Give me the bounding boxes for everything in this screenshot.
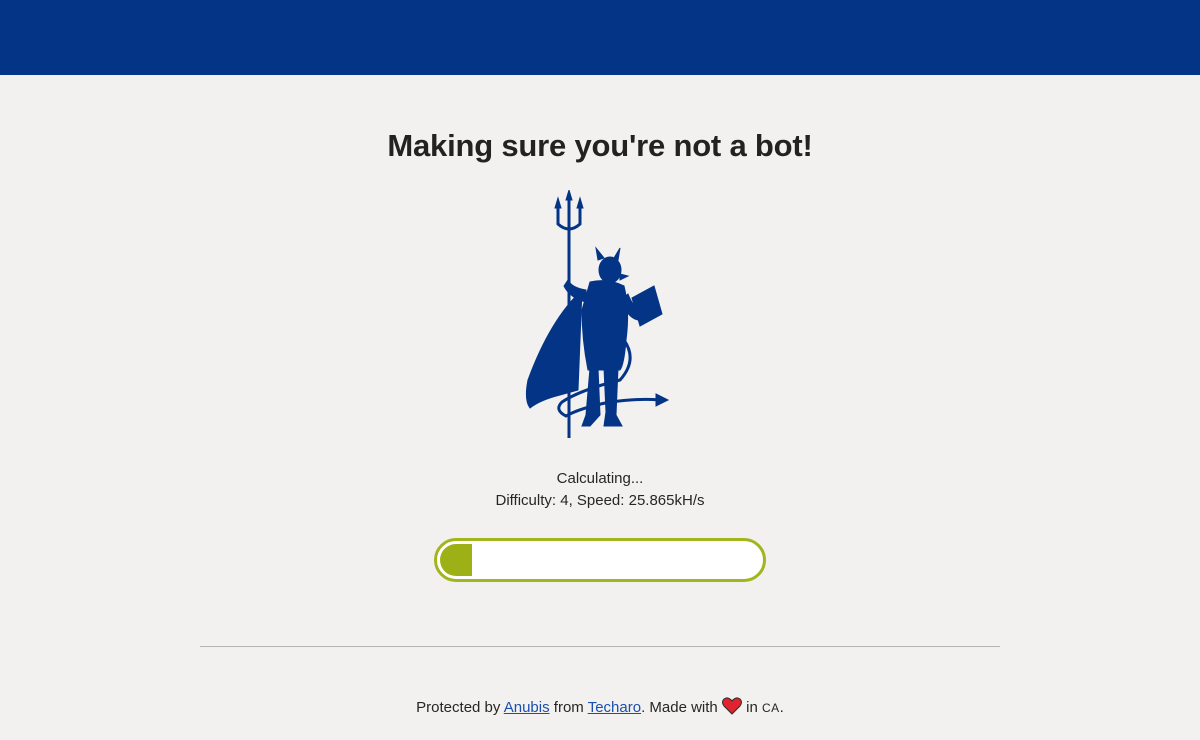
progress-bar-fill [440,544,472,576]
footer-prefix: Protected by [416,699,501,716]
country-code: CA [761,701,780,715]
footer-divider [200,646,1000,647]
techaro-link[interactable]: Techaro [588,699,641,716]
devil-reading-book-icon [525,190,670,438]
page-title: Making sure you're not a bot! [387,128,813,163]
anubis-link[interactable]: Anubis [504,699,550,716]
footer: Protected by Anubis from Techaro. Made w… [0,697,1200,716]
top-banner [0,0,1200,75]
footer-in: in [746,699,758,716]
footer-end: . [779,699,784,716]
footer-middle: from [553,699,584,716]
difficulty-speed-text: Difficulty: 4, Speed: 25.865kH/s [495,492,705,509]
footer-made-with: . Made with [641,699,718,716]
heart-icon [721,697,742,715]
progress-bar [434,538,766,582]
status-text: Calculating... [556,470,644,487]
